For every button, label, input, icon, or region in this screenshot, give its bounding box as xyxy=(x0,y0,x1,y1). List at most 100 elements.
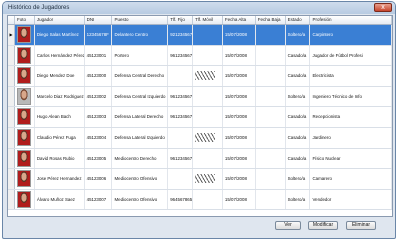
cell-movil xyxy=(193,86,223,107)
row-selector[interactable] xyxy=(8,107,15,127)
cell-puesto: Portero xyxy=(112,45,169,66)
action-bar: Ver Modificar Eliminar xyxy=(3,221,395,231)
row-selector[interactable] xyxy=(8,45,15,66)
column-header[interactable]: Jugador xyxy=(35,16,85,24)
cell-puesto: Defensa Lateral Derecho xyxy=(112,107,169,127)
cell-puesto: Mediocentro Ofensivo xyxy=(112,189,169,210)
player-photo-cell xyxy=(15,127,35,148)
cell-profesion: Físico Nuclear xyxy=(310,148,392,169)
cell-jugador: Diego Salas Martínez xyxy=(34,25,85,45)
eliminar-button[interactable]: Eliminar xyxy=(346,221,376,230)
player-photo-cell xyxy=(15,107,35,127)
cell-jugador: Álvaro Muñoz Saez xyxy=(35,189,85,210)
column-header[interactable]: Fecha Baja xyxy=(256,16,286,24)
table-row[interactable]: Hugo Alean Bach 45123003 Defensa Lateral D… xyxy=(8,107,392,128)
column-header[interactable]: Tlf. Móvil xyxy=(193,16,223,24)
cell-profesion: Ingeniero Técnico de Info xyxy=(310,86,392,107)
player-photo-cell xyxy=(14,25,35,45)
cell-puesto: Delantero Centro xyxy=(112,25,169,45)
cell-jugador: David Rosas Rubio xyxy=(35,148,85,169)
column-header[interactable]: Foto xyxy=(15,16,35,24)
cell-baja xyxy=(256,148,286,169)
cell-dni: 45123002 xyxy=(85,86,113,107)
cell-fijo xyxy=(168,66,194,86)
ver-button[interactable]: Ver xyxy=(275,221,301,230)
cell-estado: Soltero/a xyxy=(286,86,311,107)
player-photo-cell xyxy=(15,189,35,210)
signature-image xyxy=(195,132,216,142)
cell-movil xyxy=(193,25,223,45)
cell-puesto: Defensa Central Izquierdo xyxy=(112,86,169,107)
player-photo-cell xyxy=(15,45,35,66)
cell-dni: 45123005 xyxy=(85,148,113,169)
row-selector[interactable] xyxy=(8,169,15,189)
player-photo-cell xyxy=(15,66,35,86)
cell-profesion: Electricista xyxy=(310,66,392,86)
player-photo xyxy=(16,46,31,64)
player-photo-cell xyxy=(15,148,35,169)
cell-estado: Casado/a xyxy=(286,45,311,66)
cell-profesion: Jugador de Fútbol Profesi xyxy=(310,45,392,66)
column-header[interactable]: Tlf. Fijo xyxy=(168,16,194,24)
cell-fijo xyxy=(168,127,194,148)
cell-profesion: Jardinero xyxy=(310,127,392,148)
cell-baja xyxy=(256,66,286,86)
row-selector[interactable]: ▶ xyxy=(8,25,15,45)
cell-fijo: 921234567 xyxy=(168,25,194,45)
row-header-corner xyxy=(8,16,15,24)
cell-jugador: Claudio Pérez Fuga xyxy=(35,127,85,148)
column-header[interactable]: Profesión xyxy=(310,16,392,24)
cell-alta: 15/07/2008 xyxy=(223,45,256,66)
cell-alta: 15/07/2008 xyxy=(223,189,256,210)
column-header[interactable]: DNI xyxy=(85,16,113,24)
table-row[interactable]: Diego Mendez Doe 45123000 Defensa Central … xyxy=(8,66,392,87)
cell-jugador: Hugo Alean Bach xyxy=(35,107,85,127)
cell-alta: 15/07/2008 xyxy=(223,66,256,86)
cell-profesion: Camarero xyxy=(310,169,392,189)
row-selector[interactable] xyxy=(8,127,15,148)
column-header[interactable]: Fecha Alta xyxy=(223,16,256,24)
cell-baja xyxy=(255,25,286,45)
cell-fijo: 964567865 xyxy=(168,189,194,210)
row-selector[interactable] xyxy=(8,189,15,210)
cell-estado: Casado/a xyxy=(286,66,311,86)
player-photo xyxy=(16,149,31,167)
cell-jugador: Jose Pérez Hernandez xyxy=(35,169,85,189)
table-row[interactable]: Jose Pérez Hernandez 45123006 Mediocentro … xyxy=(8,169,392,190)
table-row[interactable]: Claudio Pérez Fuga 45123004 Defensa Latera… xyxy=(8,127,392,149)
cell-movil xyxy=(193,45,223,66)
players-grid[interactable]: Foto Jugador DNI Puesto Tlf. Fijo Tlf. Móvil F… xyxy=(7,15,393,217)
cell-estado: Casado/a xyxy=(286,107,311,127)
column-header[interactable]: Estado xyxy=(286,16,311,24)
cell-profesion: Carpintero xyxy=(310,25,392,45)
cell-baja xyxy=(256,45,286,66)
player-photo xyxy=(16,170,31,188)
signature-image xyxy=(195,174,216,184)
cell-fijo: 961234567 xyxy=(168,148,194,169)
cell-profesion: Vendedor xyxy=(310,189,392,210)
cell-jugador: Diego Mendez Doe xyxy=(35,66,85,86)
cell-estado: Soltero/a xyxy=(286,169,311,189)
table-row[interactable]: David Rosas Rubio 45123005 Mediocentro Der… xyxy=(8,148,392,170)
player-photo xyxy=(16,128,31,146)
cell-dni: 45123001 xyxy=(85,45,113,66)
cell-alta: 15/07/2008 xyxy=(222,25,256,45)
title-bar[interactable]: Histórico de Jugadores x xyxy=(3,2,395,14)
cell-movil xyxy=(193,148,223,169)
close-button[interactable]: x xyxy=(374,3,392,12)
cell-movil xyxy=(193,107,223,127)
cell-baja xyxy=(256,107,286,127)
table-row[interactable]: Marcelo Diaz Rodriguez 45123002 Defensa Ce… xyxy=(8,86,392,108)
cell-fijo: 961234567 xyxy=(168,45,194,66)
cell-profesion: Recepcionista xyxy=(310,107,392,127)
column-header[interactable]: Puesto xyxy=(112,16,169,24)
modificar-button[interactable]: Modificar xyxy=(308,221,338,230)
row-selector[interactable] xyxy=(8,86,15,107)
player-photo xyxy=(16,26,31,43)
table-row[interactable]: Carlos Hernández Pérez 45123001 Portero 961… xyxy=(8,45,392,67)
window-title: Histórico de Jugadores xyxy=(8,5,70,11)
table-row[interactable]: Álvaro Muñoz Saez 45123007 Mediocentro Ofe… xyxy=(8,189,392,211)
row-selector[interactable] xyxy=(8,148,15,169)
table-row[interactable]: ▶ Diego Salas Martínez 12345678F Delantero … xyxy=(8,25,392,46)
row-selector[interactable] xyxy=(8,66,15,86)
